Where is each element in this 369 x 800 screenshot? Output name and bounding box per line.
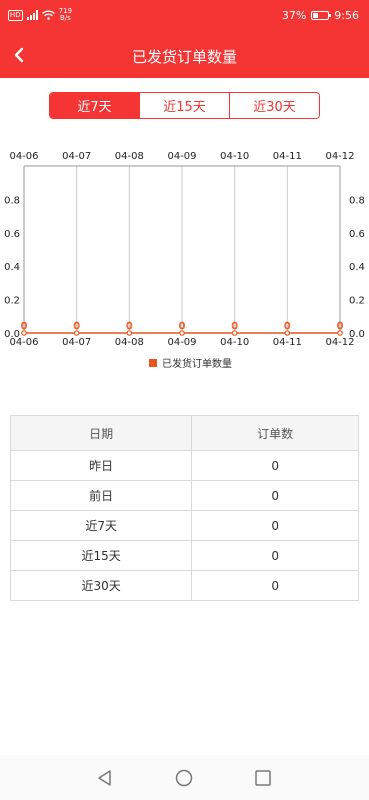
battery-icon — [311, 11, 332, 20]
page-title: 已发货订单数量 — [131, 48, 237, 66]
square-recent-icon — [255, 770, 271, 786]
row-date: 近15天 — [9, 540, 193, 571]
data-label: 0 — [126, 321, 132, 332]
system-nav-bar — [0, 755, 369, 800]
y-tick-label-right: 0.0 — [349, 329, 365, 340]
x-tick-label-bottom: 04-08 — [115, 337, 144, 348]
data-label: 0 — [73, 321, 79, 332]
y-tick-label-left: 0.2 — [4, 296, 20, 307]
x-tick-label-bottom: 04-09 — [167, 337, 196, 348]
range-tabs: 近7天 近15天 近30天 — [49, 92, 320, 119]
system-home-button[interactable] — [173, 767, 195, 789]
y-tick-label-left: 0.6 — [4, 229, 20, 240]
clock: 9:56 — [334, 9, 359, 22]
status-bar: HD 719 B/s 37% 9:56 — [0, 0, 369, 33]
x-tick-label-top: 04-12 — [325, 151, 354, 162]
row-date: 前日 — [9, 480, 193, 511]
x-tick-label-top: 04-06 — [9, 151, 38, 162]
tab-7-days[interactable]: 近7天 — [50, 93, 139, 118]
column-header-date: 日期 — [9, 415, 193, 451]
x-tick-label-top: 04-07 — [62, 151, 91, 162]
row-count: 0 — [191, 450, 359, 481]
wifi-icon — [41, 10, 55, 20]
row-count: 0 — [191, 480, 359, 511]
row-date: 近7天 — [9, 510, 193, 541]
system-recent-button[interactable] — [252, 767, 274, 789]
shipped-orders-chart: 04-0604-0604-0704-0704-0804-0804-0904-09… — [4, 151, 365, 370]
legend-swatch — [149, 359, 157, 367]
circle-home-icon — [175, 769, 193, 787]
x-tick-label-bottom: 04-11 — [273, 337, 302, 348]
y-tick-label-left: 0.8 — [4, 195, 20, 206]
data-label: 0 — [179, 321, 185, 332]
system-back-button[interactable] — [94, 767, 116, 789]
orders-table: 日期 订单数 昨日 0 前日 0 近7天 0 近15天 0 近30天 0 — [9, 415, 359, 601]
net-speed: 719 B/s — [58, 7, 73, 22]
x-tick-label-top: 04-10 — [220, 151, 249, 162]
tab-30-days[interactable]: 近30天 — [229, 93, 319, 118]
data-label: 0 — [21, 321, 27, 332]
table-row: 前日 0 — [9, 480, 359, 511]
data-label: 0 — [284, 321, 290, 332]
hd-tag: HD — [8, 9, 23, 21]
y-tick-label-right: 0.8 — [349, 195, 365, 206]
table-row: 近30天 0 — [9, 570, 359, 601]
row-date: 昨日 — [9, 450, 193, 481]
row-count: 0 — [191, 540, 359, 571]
x-tick-label-bottom: 04-10 — [220, 337, 249, 348]
y-tick-label-right: 0.6 — [349, 229, 365, 240]
table-row: 近7天 0 — [9, 510, 359, 541]
header-bar: 已发货订单数量 — [0, 33, 369, 78]
legend-label: 已发货订单数量 — [162, 357, 232, 370]
y-tick-label-right: 0.2 — [349, 296, 365, 307]
signal-icon — [26, 10, 38, 20]
y-tick-label-right: 0.4 — [349, 262, 365, 273]
table-header-row: 日期 订单数 — [9, 415, 359, 451]
x-tick-label-top: 04-11 — [273, 151, 302, 162]
column-header-orders: 订单数 — [191, 415, 359, 451]
table-row: 昨日 0 — [9, 450, 359, 481]
y-tick-label-left: 0.0 — [4, 329, 20, 340]
table-row: 近15天 0 — [9, 540, 359, 571]
data-label: 0 — [337, 321, 343, 332]
x-tick-label-bottom: 04-07 — [62, 337, 91, 348]
row-date: 近30天 — [9, 570, 193, 601]
y-tick-label-left: 0.4 — [4, 262, 20, 273]
row-count: 0 — [191, 510, 359, 541]
battery-percent: 37% — [281, 9, 307, 22]
data-label: 0 — [231, 321, 237, 332]
x-tick-label-top: 04-08 — [115, 151, 144, 162]
tab-15-days[interactable]: 近15天 — [139, 93, 229, 118]
x-tick-label-top: 04-09 — [167, 151, 196, 162]
triangle-back-icon — [98, 770, 111, 786]
row-count: 0 — [191, 570, 359, 601]
